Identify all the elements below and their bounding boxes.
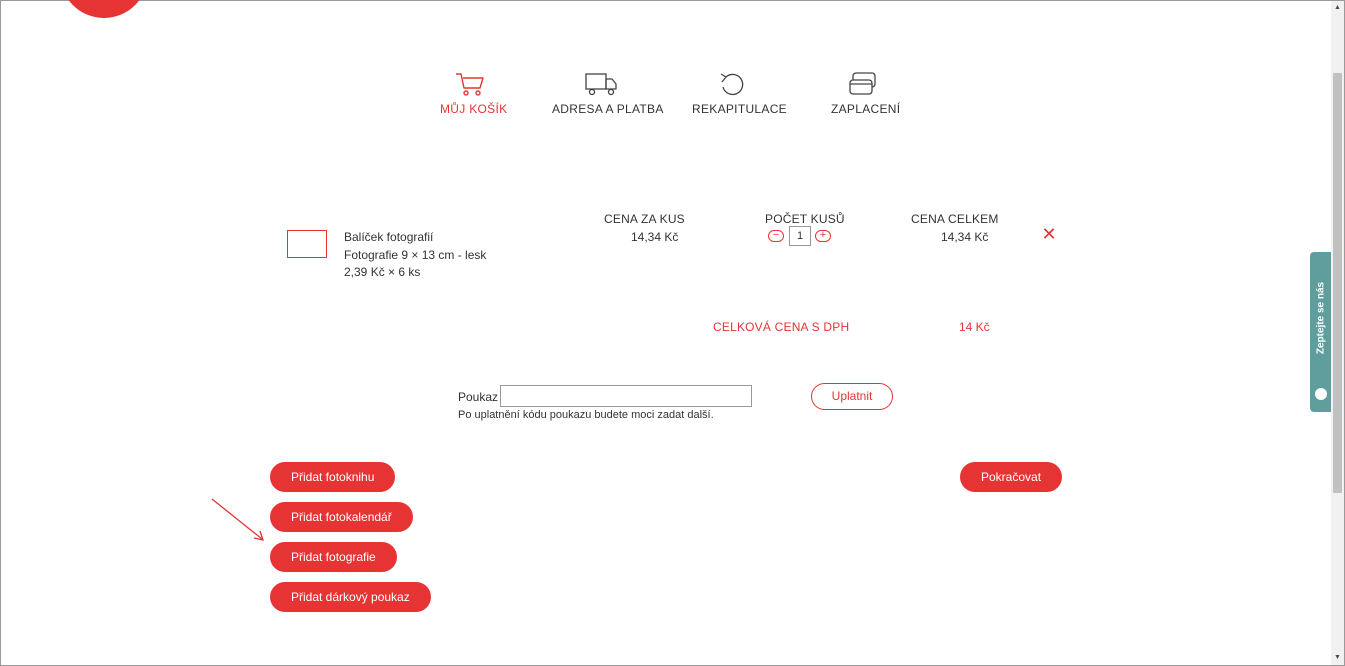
product-quantity-detail: 2,39 Kč × 6 ks [344, 265, 421, 279]
header-unit-price: CENA ZA KUS [604, 212, 685, 226]
cart-icon [456, 73, 484, 96]
step-address-payment[interactable]: ADRESA A PLATBA [552, 70, 664, 116]
step-label: MŮJ KOŠÍK [440, 102, 508, 116]
apply-voucher-button[interactable]: Uplatnit [811, 383, 893, 410]
scroll-up-arrow-icon[interactable]: ▲ [1331, 1, 1344, 15]
add-gift-voucher-button[interactable]: Přidat dárkový poukaz [270, 582, 431, 612]
voucher-note: Po uplatnění kódu poukazu budete moci za… [458, 409, 714, 421]
unit-price-value: 14,34 Kč [631, 230, 679, 244]
add-photos-button[interactable]: Přidat fotografie [270, 542, 397, 572]
annotation-arrow [211, 498, 264, 541]
step-label: REKAPITULACE [692, 102, 787, 116]
quantity-field[interactable] [789, 226, 811, 246]
remove-item-icon[interactable]: ✕ [1040, 225, 1058, 243]
product-thumbnail[interactable] [287, 230, 327, 258]
scrollbar-thumb[interactable] [1333, 73, 1342, 493]
vertical-scrollbar[interactable]: ▲ ▼ [1331, 1, 1344, 665]
continue-button[interactable]: Pokračovat [960, 462, 1063, 492]
grand-total-label: CELKOVÁ CENA S DPH [713, 320, 850, 334]
header-total: CENA CELKEM [911, 212, 999, 226]
grand-total-value: 14 Kč [959, 320, 990, 334]
product-description: Fotografie 9 × 13 cm - lesk [344, 248, 487, 262]
truck-icon [585, 73, 617, 96]
brand-logo[interactable] [60, 0, 148, 18]
step-label: ZAPLACENÍ [831, 102, 901, 116]
quantity-decrease-button[interactable]: − [768, 230, 784, 242]
add-calendar-button[interactable]: Přidat fotokalendář [270, 502, 413, 532]
voucher-input[interactable] [500, 385, 752, 407]
step-payment[interactable]: ZAPLACENÍ [831, 70, 901, 116]
item-total-value: 14,34 Kč [941, 230, 989, 244]
product-name: Balíček fotografií [344, 230, 434, 244]
chat-icon [1315, 388, 1327, 400]
voucher-label: Poukaz [458, 390, 499, 404]
add-photobook-button[interactable]: Přidat fotoknihu [270, 462, 396, 492]
window-frame [0, 0, 1345, 666]
scroll-down-arrow-icon[interactable]: ▼ [1331, 651, 1344, 665]
step-my-cart[interactable]: MŮJ KOŠÍK [440, 70, 508, 116]
undo-icon [720, 73, 744, 96]
step-recap[interactable]: REKAPITULACE [692, 70, 787, 116]
step-label: ADRESA A PLATBA [552, 102, 664, 116]
credit-card-icon [849, 72, 876, 95]
contact-us-tab[interactable]: Zeptejte se nás [1310, 252, 1332, 412]
quantity-increase-button[interactable]: + [815, 230, 831, 242]
contact-tab-label: Zeptejte se nás [1315, 281, 1327, 355]
header-quantity: POČET KUSŮ [765, 212, 845, 226]
